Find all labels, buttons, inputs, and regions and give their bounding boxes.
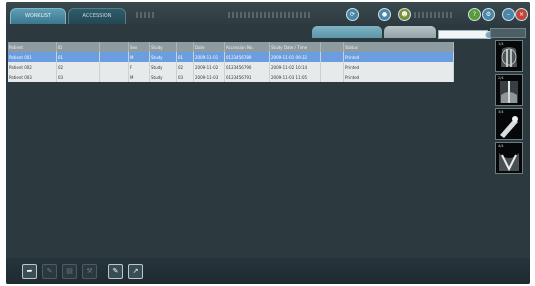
top-bar: WORKLIST ACCESSION ⟳ ● ☻ ? ⚙ – × (6, 2, 530, 24)
cell: 2009-11-03 (193, 72, 225, 82)
cell: Patient 003 (8, 72, 57, 82)
cell: Study (149, 62, 177, 72)
bottom-toolbar: ➦ ✎ ▤ ⚒ ✎ ↗ (6, 258, 530, 284)
cell (99, 52, 129, 62)
tab-accession[interactable]: ACCESSION (68, 8, 126, 24)
cell: 2009-11-02 10:14 (269, 62, 321, 72)
edit-icon[interactable]: ✎ (108, 264, 123, 279)
cell: Printed (343, 62, 454, 72)
column-header[interactable]: Study Date / Time (269, 42, 321, 52)
cell (320, 72, 344, 82)
table-header-row: Patient ID Sex Study Date Accession No. … (8, 42, 454, 52)
thumbnail-panel-header (490, 28, 526, 38)
settings-icon[interactable]: ⚙ (482, 8, 495, 21)
column-header[interactable]: Sex (128, 42, 150, 52)
cell: 2009-11-01 09:32 (269, 52, 321, 62)
close-icon[interactable]: × (515, 8, 528, 21)
table-row[interactable]: Patient 002 02 F Study 02 2009-11-02 012… (8, 62, 454, 72)
cell: 02 (176, 62, 194, 72)
search-input[interactable] (438, 30, 488, 39)
cell (320, 62, 344, 72)
cell: 0123456791 (224, 72, 270, 82)
tab-worklist[interactable]: WORKLIST (10, 8, 66, 24)
film-icon[interactable]: ▤ (62, 264, 77, 279)
cell: Printed (343, 52, 454, 62)
column-header[interactable] (176, 42, 194, 52)
column-header[interactable]: Patient (8, 42, 57, 52)
thumbnail-label: 3/4 (498, 110, 504, 114)
app-window: WORKLIST ACCESSION ⟳ ● ☻ ? ⚙ – × Patient… (6, 2, 530, 284)
export-icon[interactable]: ↗ (128, 264, 143, 279)
exit-icon[interactable]: ➦ (22, 264, 37, 279)
column-header[interactable] (320, 42, 344, 52)
cell: 2009-11-01 (193, 52, 225, 62)
thumbnail-pelvis-xray[interactable]: 4/4 (495, 142, 523, 174)
cell: 03 (56, 72, 100, 82)
status-indicator (136, 12, 156, 18)
refresh-icon[interactable]: ⟳ (346, 8, 359, 21)
cell: Patient 001 (8, 52, 57, 62)
column-header[interactable]: Date (193, 42, 225, 52)
table-row[interactable]: Patient 001 01 M Study 01 2009-11-01 012… (8, 52, 454, 62)
thumbnail-limb-xray[interactable]: 3/4 (495, 108, 523, 140)
column-header[interactable]: ID (56, 42, 100, 52)
minimize-icon[interactable]: – (502, 8, 515, 21)
cell (320, 52, 344, 62)
thumbnail-panel: 1/4 2/4 3/4 4/4 (490, 28, 526, 188)
status-readout (228, 12, 310, 18)
cell: 0123456790 (224, 62, 270, 72)
cell: Printed (343, 72, 454, 82)
cell: Study (149, 52, 177, 62)
cell (99, 62, 129, 72)
cell: 02 (56, 62, 100, 72)
cell: 03 (176, 72, 194, 82)
thumbnail-label: 4/4 (498, 144, 504, 148)
thumbnail-abdomen-xray[interactable]: 2/4 (495, 74, 523, 106)
user-icon[interactable]: ☻ (398, 8, 411, 21)
thumbnail-label: 2/4 (498, 76, 504, 80)
cell: 01 (56, 52, 100, 62)
cell (99, 72, 129, 82)
brush-icon[interactable]: ✎ (42, 264, 57, 279)
cell: 2009-11-03 11:05 (269, 72, 321, 82)
cell: Study (149, 72, 177, 82)
column-header[interactable]: Accession No. (224, 42, 270, 52)
cell: 01 (176, 52, 194, 62)
worklist-table: Patient ID Sex Study Date Accession No. … (8, 42, 454, 82)
column-header[interactable]: Status (343, 42, 454, 52)
thumbnail-label: 1/4 (498, 42, 504, 46)
filter-tab-active[interactable] (312, 26, 382, 38)
filter-tab[interactable] (384, 26, 436, 38)
cell: 2009-11-02 (193, 62, 225, 72)
column-header[interactable] (99, 42, 129, 52)
cell: F (128, 62, 150, 72)
network-icon[interactable]: ● (378, 8, 391, 21)
help-icon[interactable]: ? (468, 8, 481, 21)
cell: M (128, 52, 150, 62)
cell: M (128, 72, 150, 82)
tools-icon[interactable]: ⚒ (82, 264, 97, 279)
column-header[interactable]: Study (149, 42, 177, 52)
user-info (414, 12, 454, 18)
thumbnail-chest-xray[interactable]: 1/4 (495, 40, 523, 72)
table-row[interactable]: Patient 003 03 M Study 03 2009-11-03 012… (8, 72, 454, 82)
cell: Patient 002 (8, 62, 57, 72)
cell: 0123456789 (224, 52, 270, 62)
